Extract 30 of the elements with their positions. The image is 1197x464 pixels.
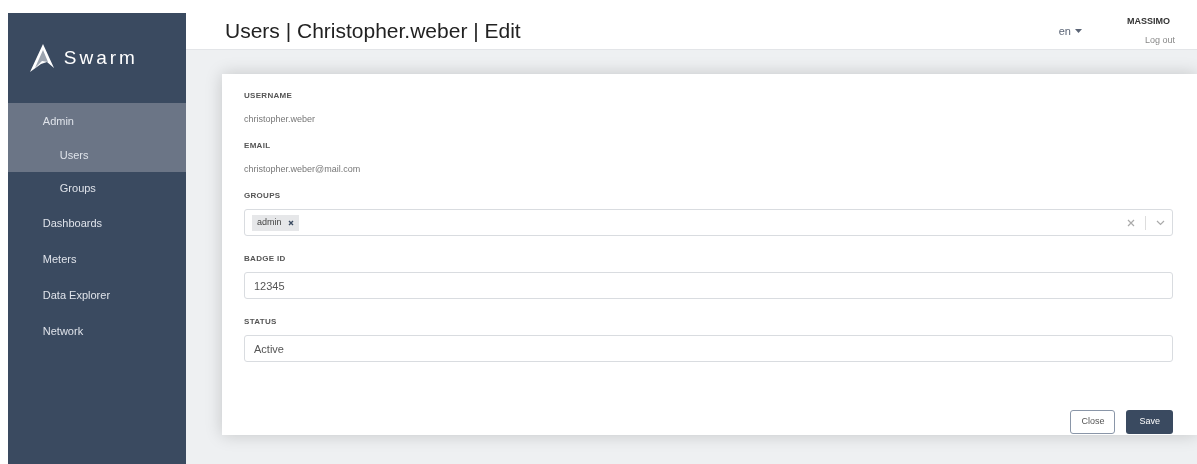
input-field[interactable]: 12345 <box>244 272 1173 299</box>
logout-link[interactable]: Log out <box>1145 34 1176 48</box>
caret-icon <box>1075 29 1082 33</box>
nav-item[interactable]: Admin <box>7 103 186 139</box>
field-value: christopher.weber <box>244 113 317 125</box>
nav-item[interactable]: Users <box>7 139 186 172</box>
page-title: Users | Christopher.weber | Edit <box>225 18 522 45</box>
group-tag: admin <box>252 214 299 231</box>
input-field[interactable]: Active <box>244 335 1173 362</box>
nav-item[interactable]: Groups <box>7 172 186 205</box>
field-label: BADGE ID <box>244 254 287 264</box>
nav-item[interactable]: Dashboards <box>7 205 186 241</box>
form-button[interactable]: Close <box>1070 410 1116 434</box>
groups-select[interactable]: admin <box>244 209 1173 236</box>
brand-name: Swarm <box>63 45 138 70</box>
remove-icon[interactable] <box>287 219 294 226</box>
form-button[interactable]: Save <box>1126 410 1173 434</box>
nav-item[interactable]: Network <box>7 313 186 349</box>
field-label: STATUS <box>244 317 278 327</box>
nav-item[interactable]: Meters <box>7 241 186 277</box>
clear-icon[interactable] <box>1127 218 1135 227</box>
field-label: USERNAME <box>244 91 294 101</box>
language-selector[interactable]: en <box>1058 22 1082 40</box>
nav-item[interactable]: Data Explorer <box>7 277 186 313</box>
field-label: EMAIL <box>244 141 272 151</box>
field-label: GROUPS <box>244 191 282 201</box>
logo-icon <box>29 44 54 72</box>
user-name: MASSIMO <box>1127 14 1170 28</box>
chevron-down-icon[interactable] <box>1156 219 1165 226</box>
field-value: christopher.weber@mail.com <box>244 163 362 175</box>
